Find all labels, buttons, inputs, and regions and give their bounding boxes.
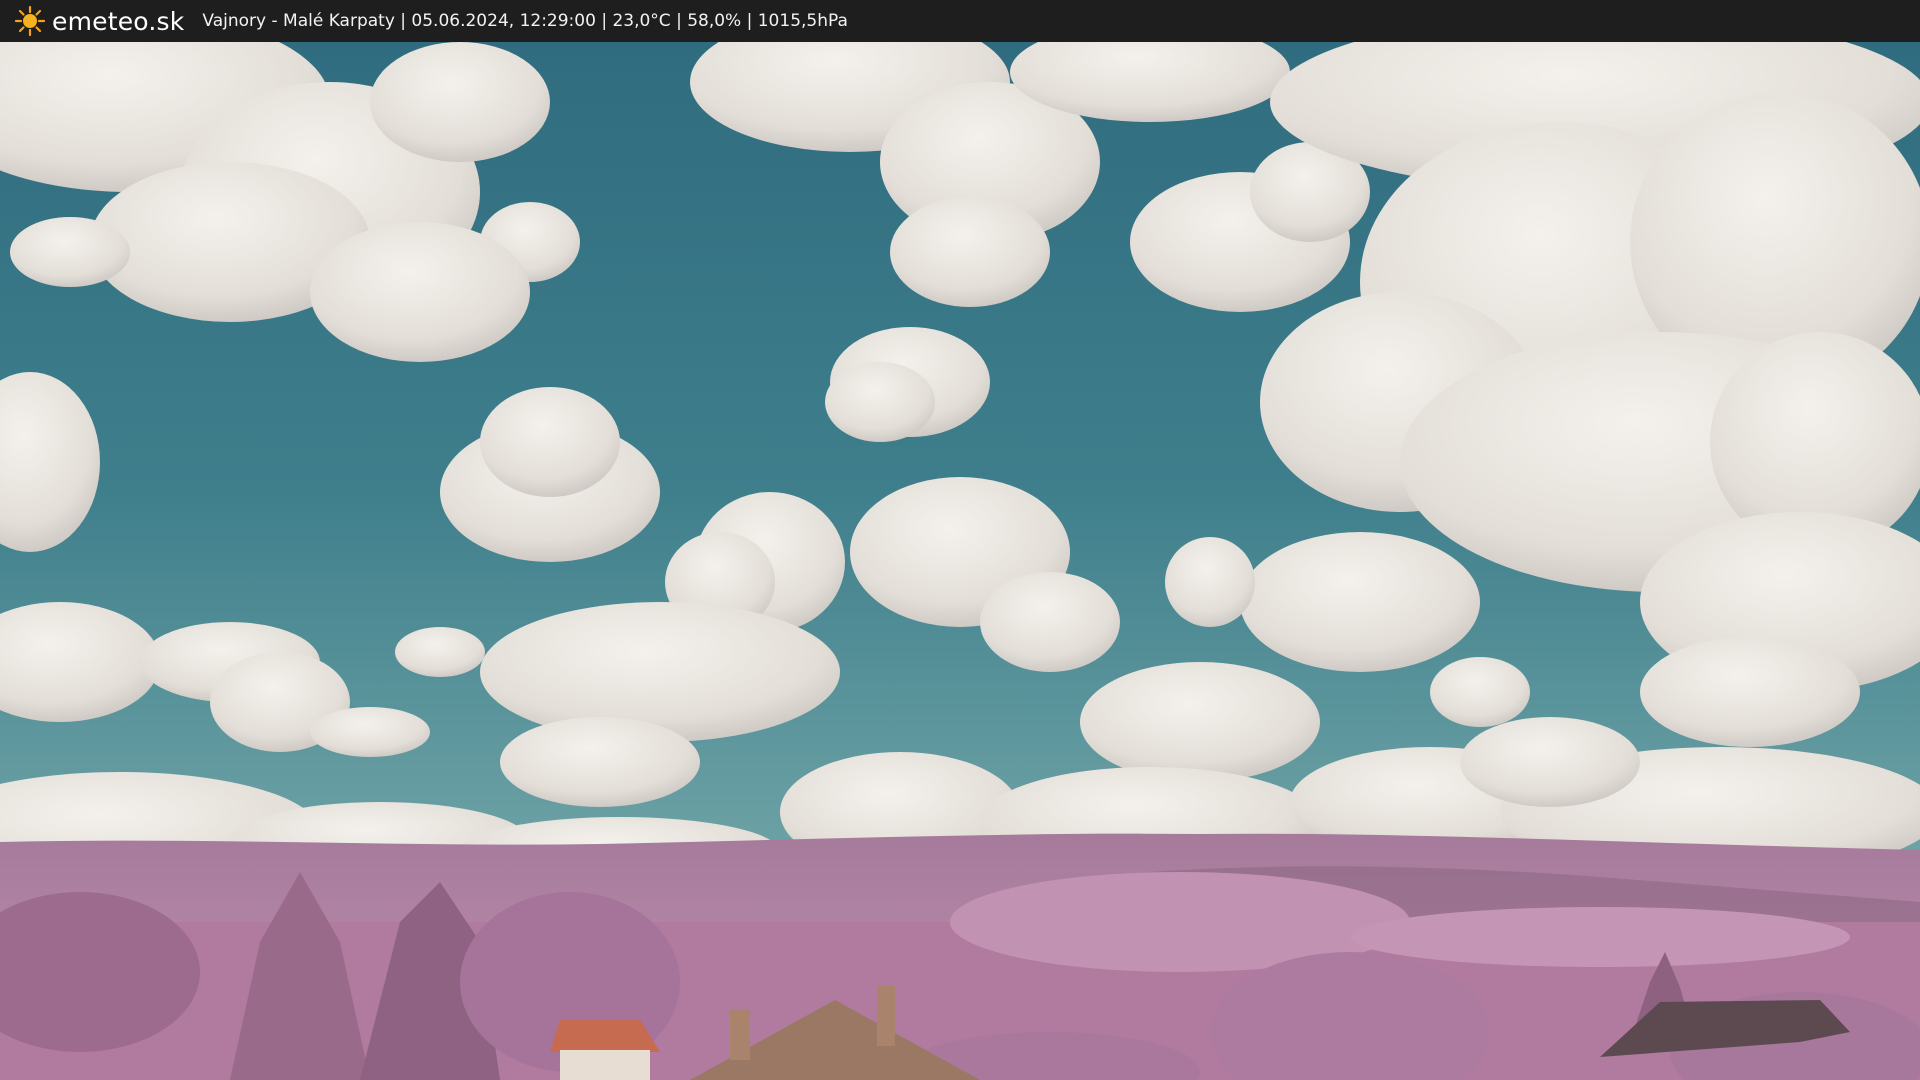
caption-bar: emeteo.sk Vajnory - Malé Karpaty | 05.06… <box>0 0 1920 42</box>
weather-readout: Vajnory - Malé Karpaty | 05.06.2024, 12:… <box>202 11 848 31</box>
brand-logo: emeteo.sk <box>14 5 184 37</box>
webcam-image <box>0 42 1920 1080</box>
sun-icon <box>14 5 46 37</box>
webcam-frame: emeteo.sk Vajnory - Malé Karpaty | 05.06… <box>0 0 1920 1080</box>
brand-name: emeteo.sk <box>52 6 185 36</box>
